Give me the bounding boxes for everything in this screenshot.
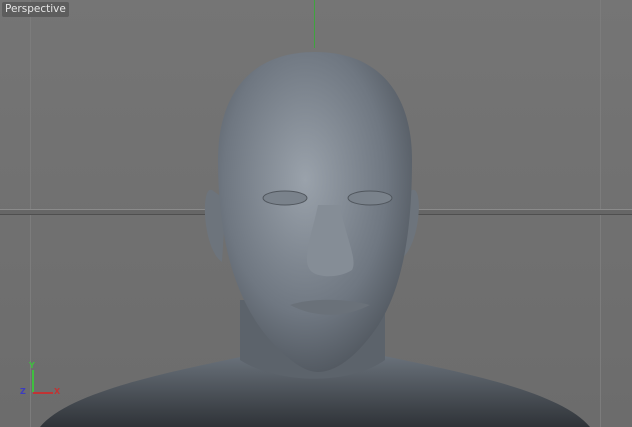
head-model[interactable]	[0, 0, 632, 427]
x-axis-arrow	[33, 392, 53, 394]
z-axis-label: Z	[20, 387, 26, 396]
y-axis-label: Y	[29, 361, 35, 370]
viewport-camera-label[interactable]: Perspective	[2, 2, 69, 17]
y-axis-arrow	[32, 370, 34, 392]
3d-viewport[interactable]: Perspective Y X Z	[0, 0, 632, 427]
x-axis-label: X	[54, 387, 61, 396]
